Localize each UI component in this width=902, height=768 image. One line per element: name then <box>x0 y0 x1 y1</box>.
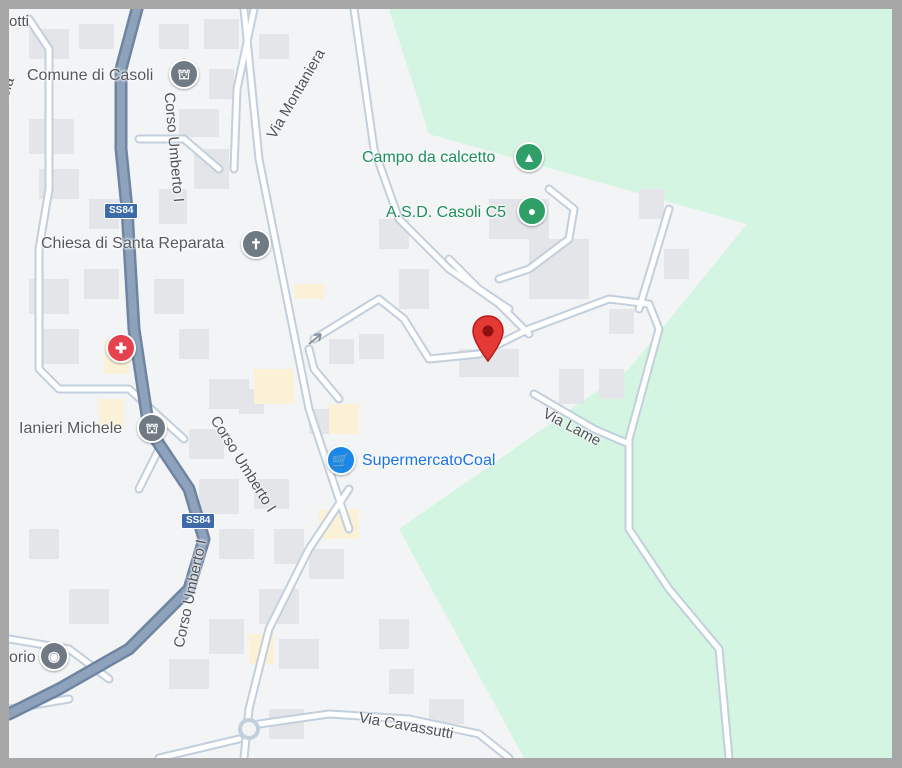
ss84-shield: SS84 <box>181 513 216 529</box>
road-label-top-left: otti <box>9 13 30 30</box>
place-label-campo[interactable]: Campo da calcetto <box>362 149 495 167</box>
town-hall-icon[interactable]: ⛫ <box>137 413 167 443</box>
church-icon[interactable]: ✝ <box>241 229 271 259</box>
place-label-ianieri[interactable]: Ianieri Michele <box>19 420 122 438</box>
map-canvas[interactable]: Corso Umberto I Via Montaniera Corso Umb… <box>9 9 892 758</box>
town-hall-icon[interactable]: ⛫ <box>169 59 199 89</box>
park-icon[interactable]: ▲ <box>514 142 544 172</box>
place-icon[interactable]: ◉ <box>39 641 69 671</box>
ss84-shield: SS84 <box>104 203 139 219</box>
place-label-supermercato[interactable]: SupermercatoCoal <box>362 452 495 470</box>
place-label-asd[interactable]: A.S.D. Casoli C5 <box>386 204 506 222</box>
shopping-cart-icon[interactable]: 🛒 <box>326 445 356 475</box>
location-marker-icon[interactable] <box>471 315 505 363</box>
place-label-orio[interactable]: orio <box>9 649 36 667</box>
place-label-comune[interactable]: Comune di Casoli <box>27 67 153 85</box>
hospital-icon[interactable]: ✚ <box>106 333 136 363</box>
map-layer <box>9 9 892 758</box>
sports-venue-icon[interactable]: ● <box>517 196 547 226</box>
place-label-chiesa[interactable]: Chiesa di Santa Reparata <box>41 235 224 253</box>
